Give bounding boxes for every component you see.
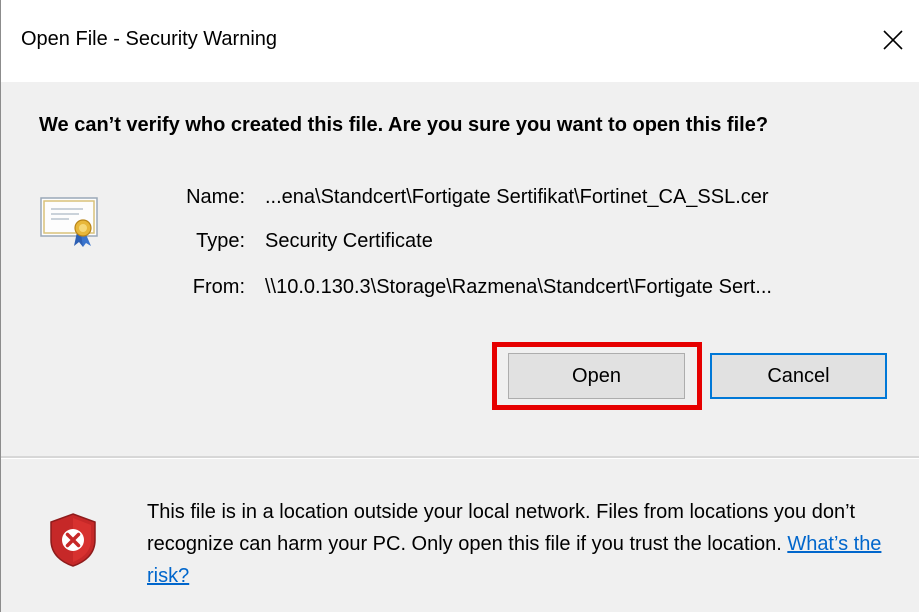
open-button[interactable]: Open — [508, 353, 685, 399]
name-value: ...ena\Standcert\Fortigate Sertifikat\Fo… — [265, 186, 769, 208]
location-warning-text: This file is in a location outside your … — [147, 501, 856, 555]
shield-error-icon — [43, 510, 103, 570]
title-bar: Open File - Security Warning — [1, 0, 919, 82]
file-from-row: From: \\10.0.130.3\Storage\Razmena\Standc… — [151, 276, 772, 299]
cancel-button[interactable]: Cancel — [710, 353, 887, 399]
close-icon — [883, 30, 903, 50]
file-type-row: Type: Security Certificate — [151, 230, 433, 253]
window-title: Open File - Security Warning — [21, 28, 278, 50]
type-value: Security Certificate — [265, 230, 433, 252]
type-label: Type: — [196, 230, 245, 252]
warning-heading: We can’t verify who created this file. A… — [39, 114, 769, 136]
section-divider — [1, 456, 919, 459]
from-value: \\10.0.130.3\Storage\Razmena\Standcert\F… — [265, 276, 772, 298]
file-name-row: Name: ...ena\Standcert\Fortigate Sertifik… — [151, 186, 769, 209]
name-label: Name: — [186, 186, 245, 208]
from-label: From: — [192, 276, 245, 298]
close-button[interactable] — [873, 20, 913, 60]
certificate-icon — [39, 194, 101, 250]
location-warning: This file is in a location outside your … — [147, 496, 907, 592]
security-warning-dialog: Open File - Security Warning We can’t ve… — [0, 0, 919, 612]
